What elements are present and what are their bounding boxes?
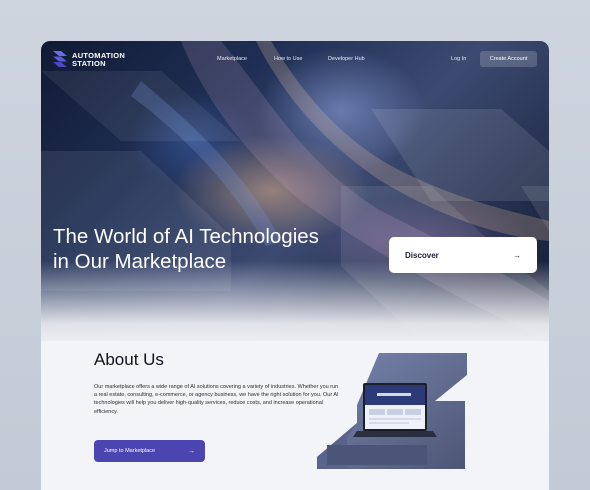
about-title: About Us <box>94 350 164 369</box>
jump-to-marketplace-button[interactable]: Jump to Marketplace → <box>94 440 205 462</box>
nav-link-marketplace[interactable]: Marketplace <box>217 56 247 62</box>
stacked-chevrons-logo-icon[interactable] <box>53 51 67 67</box>
brand-line-2: STATION <box>72 58 106 68</box>
browser-frame: AUTOMATION STATION Marketplace How to Us… <box>41 41 549 490</box>
login-link[interactable]: Log In <box>451 56 466 62</box>
top-navigation: AUTOMATION STATION Marketplace How to Us… <box>41 41 549 79</box>
arrow-right-icon: → <box>513 250 521 260</box>
hero-title: The World of AI Technologies in Our Mark… <box>53 224 319 274</box>
hero-section: AUTOMATION STATION Marketplace How to Us… <box>41 41 549 351</box>
about-description: Our marketplace offers a wide range of A… <box>94 384 339 415</box>
hero-title-line-2: in Our Marketplace <box>53 250 227 273</box>
brand-name[interactable]: AUTOMATION STATION <box>72 52 125 67</box>
discover-button[interactable]: Discover → <box>389 237 537 273</box>
hero-fade <box>41 261 549 351</box>
jump-button-label: Jump to Marketplace <box>104 448 156 454</box>
discover-button-label: Discover <box>405 250 439 260</box>
create-account-button[interactable]: Create Account <box>480 51 537 67</box>
laptop-illustration <box>317 353 467 469</box>
hero-title-line-1: The World of AI Technologies <box>53 225 319 248</box>
nav-link-how-to-use[interactable]: How to Use <box>274 56 302 62</box>
nav-link-developer-hub[interactable]: Developer Hub <box>328 56 365 62</box>
arrow-right-icon: → <box>188 447 195 455</box>
